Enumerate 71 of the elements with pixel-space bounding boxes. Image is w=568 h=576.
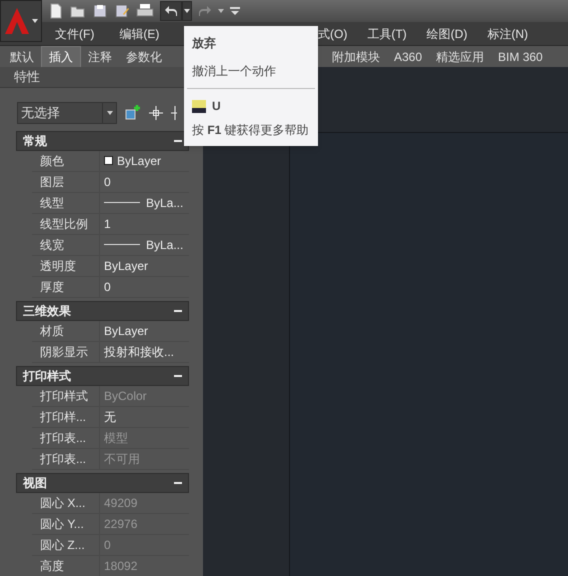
property-label: 圆心 X... [32, 492, 100, 512]
section-header[interactable]: 视图 [16, 472, 189, 492]
property-label: 材质 [32, 320, 100, 340]
command-icon [192, 100, 206, 112]
property-value[interactable]: ByLa... [146, 194, 184, 212]
ribbon-tab[interactable]: 插入 [41, 46, 81, 67]
section-header[interactable]: 常规 [16, 130, 189, 150]
caret-icon [184, 9, 190, 13]
quick-select-icon[interactable] [125, 104, 141, 120]
property-value[interactable]: 1 [104, 214, 111, 232]
palette-title: 特性 [13, 68, 40, 86]
undo-button[interactable] [160, 1, 182, 21]
ribbon-tab[interactable]: 精选应用 [429, 46, 492, 67]
property-value[interactable]: 无 [104, 408, 116, 426]
property-value[interactable]: 0 [104, 172, 111, 190]
property-value[interactable]: ByLa... [146, 236, 184, 254]
command-name: U [212, 98, 221, 115]
property-label: 打印样... [32, 406, 100, 426]
line-sample-icon [104, 244, 140, 245]
property-label: 颜色 [32, 150, 100, 170]
application-button[interactable] [0, 0, 42, 42]
property-label: 圆心 Y... [32, 514, 100, 534]
menu-item[interactable]: 式(O) [318, 24, 348, 42]
undo-icon [164, 5, 178, 17]
ribbon-tab[interactable]: 注释 [81, 46, 119, 67]
help-hint: 按 F1 键获得更多帮助 [191, 122, 310, 139]
menu-item[interactable]: 文件(F) [55, 24, 94, 42]
menu-item[interactable]: 编辑(E) [119, 24, 160, 42]
property-label: 厚度 [32, 276, 100, 296]
new-file-icon[interactable] [48, 3, 64, 19]
color-swatch-icon [104, 156, 113, 165]
property-value[interactable]: ByLayer [117, 152, 162, 170]
property-label: 圆心 Z... [32, 534, 100, 554]
property-label: 打印表... [32, 448, 100, 468]
property-label: 线型比例 [32, 214, 100, 234]
menu-item[interactable]: 绘图(D) [426, 24, 468, 42]
property-value[interactable]: 投射和接收... [104, 342, 174, 360]
save-icon[interactable] [92, 3, 108, 19]
property-value[interactable]: ByLayer [104, 256, 148, 274]
menu-item[interactable]: 标注(N) [487, 24, 528, 42]
ribbon-tab[interactable]: A360 [387, 46, 430, 67]
select-objects-icon[interactable] [149, 106, 163, 120]
caret-icon[interactable] [218, 9, 224, 13]
property-label: 线型 [32, 192, 100, 212]
ribbon-tab[interactable]: 附加模块 [325, 46, 387, 67]
section-header[interactable]: 三维效果 [16, 300, 189, 320]
undo-dropdown-button[interactable] [182, 1, 192, 21]
logo [4, 7, 30, 35]
property-label: 打印样式 [32, 386, 100, 406]
caret-icon [106, 110, 112, 114]
ribbon-tab[interactable]: BIM 360 [491, 46, 550, 67]
menu-item[interactable]: 工具(T) [367, 24, 407, 42]
property-label: 图层 [32, 172, 100, 192]
tooltip-description: 撤消上一个动作 [191, 63, 277, 80]
customize-icon[interactable] [230, 7, 240, 15]
property-label: 线宽 [32, 234, 100, 254]
printer-icon[interactable] [136, 3, 154, 19]
ribbon-tab[interactable]: 参数化 [119, 46, 169, 67]
section-header[interactable]: 打印样式 [16, 366, 189, 386]
property-value[interactable]: ByLayer [104, 322, 148, 340]
selection-dropdown[interactable]: 无选择 [17, 102, 117, 124]
property-value[interactable]: 0 [104, 278, 111, 296]
property-label: 透明度 [32, 256, 100, 276]
property-label: 高度 [32, 556, 100, 576]
property-label: 打印表... [32, 428, 100, 448]
ribbon-tab[interactable]: 默认 [3, 46, 41, 67]
crosshair-icon[interactable] [171, 106, 177, 120]
tooltip-title: 放弃 [190, 35, 217, 52]
line-sample-icon [104, 202, 140, 203]
save-as-icon[interactable] [114, 3, 130, 19]
property-label: 阴影显示 [32, 342, 100, 362]
